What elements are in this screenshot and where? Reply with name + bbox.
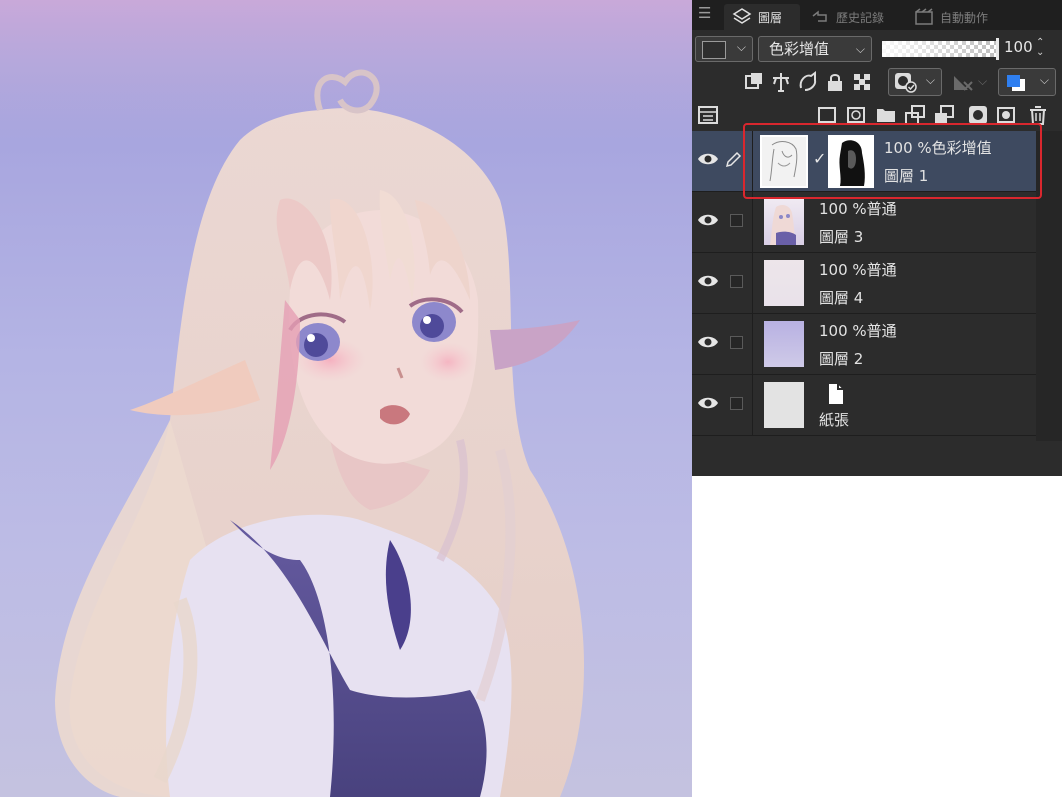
- layer-3-thumbnail-image: [770, 205, 796, 245]
- opacity-slider[interactable]: [882, 41, 998, 57]
- layer-color-dropdown[interactable]: ⌵: [695, 36, 753, 62]
- tab-history-label: 歷史記錄: [836, 10, 885, 25]
- clip-to-layer-below-icon[interactable]: [742, 70, 766, 94]
- layer-select-checkbox[interactable]: [730, 397, 743, 410]
- reference-layer-icon[interactable]: [769, 70, 793, 94]
- layer-row-2[interactable]: 100 %普通 圖層 2: [692, 314, 1036, 375]
- layer-blend-label: 100 %普通: [819, 322, 897, 340]
- lock-icon[interactable]: [823, 70, 847, 94]
- layer-name: 紙張: [819, 411, 850, 429]
- blend-opacity-row: ⌵ 色彩增值 ⌵ 100 ⌃ ⌄: [692, 36, 1062, 66]
- layer-color-mode-dropdown[interactable]: ⌵: [998, 68, 1056, 96]
- layer-blend-label: 100 %普通: [819, 261, 897, 279]
- row-divider: [752, 314, 753, 375]
- tab-layers-label: 圖層: [758, 10, 783, 25]
- blend-mode-dropdown[interactable]: 色彩增值 ⌵: [758, 36, 872, 62]
- row-divider: [752, 375, 753, 436]
- layer-thumbnail[interactable]: [764, 321, 804, 367]
- auto-action-icon: [915, 8, 933, 25]
- chevron-down-icon: ⌵: [1039, 73, 1049, 87]
- tab-layers[interactable]: 圖層: [724, 4, 800, 30]
- draft-layer-icon[interactable]: [796, 70, 820, 94]
- opacity-value[interactable]: 100: [1004, 38, 1033, 56]
- layer-select-checkbox[interactable]: [730, 275, 743, 288]
- layer-color-swatch: [702, 41, 726, 59]
- chevron-down-icon[interactable]: ⌵: [978, 74, 987, 89]
- layer-thumbnail[interactable]: [764, 382, 804, 428]
- layer-property-toolbar: ⌵ ⌵ ⌵: [692, 68, 1062, 98]
- opacity-stepper[interactable]: ⌃ ⌄: [1036, 38, 1044, 58]
- visibility-eye-icon[interactable]: [697, 273, 719, 289]
- artwork-illustration: [0, 0, 692, 797]
- layer-row-4[interactable]: 100 %普通 圖層 4: [692, 253, 1036, 314]
- drawing-canvas[interactable]: [0, 0, 692, 797]
- layer-select-checkbox[interactable]: [730, 214, 743, 227]
- layer-thumbnail[interactable]: [764, 260, 804, 306]
- layers-icon: [732, 8, 752, 24]
- visibility-eye-icon[interactable]: [697, 395, 719, 411]
- panel-tab-bar: ☰ 圖層 歷史記錄 自動動作: [692, 0, 1062, 30]
- editing-pencil-icon: [725, 151, 742, 168]
- paper-icon: [827, 382, 845, 406]
- opacity-slider-handle[interactable]: [996, 38, 999, 60]
- chevron-down-icon: ⌵: [736, 40, 746, 54]
- layer-color-icon: [1007, 75, 1025, 91]
- tab-history[interactable]: 歷史記錄: [802, 4, 902, 30]
- blend-mode-value: 色彩增值: [769, 40, 830, 58]
- layer-row-paper[interactable]: 紙張: [692, 375, 1036, 436]
- layer-blend-label: 100 %普通: [819, 200, 897, 218]
- selected-layer-highlight: [743, 123, 1042, 199]
- visibility-eye-icon[interactable]: [697, 334, 719, 350]
- tab-auto-action-label: 自動動作: [940, 10, 989, 25]
- layer-select-checkbox[interactable]: [730, 336, 743, 349]
- mask-check-icon: [895, 73, 917, 93]
- layer-name: 圖層 3: [819, 228, 864, 246]
- lock-transparent-pixels-icon[interactable]: [850, 70, 874, 94]
- chevron-down-icon: ⌵: [855, 42, 865, 56]
- tab-auto-action[interactable]: 自動動作: [906, 4, 1010, 30]
- layer-panel: ☰ 圖層 歷史記錄 自動動作 ⌵ 色彩增值 ⌵ 100 ⌃ ⌄ ⌵ ⌵ ⌵ ✓ …: [692, 0, 1062, 476]
- panel-list-icon[interactable]: [696, 103, 720, 127]
- visibility-eye-icon[interactable]: [697, 151, 719, 167]
- ruler-visibility-icon[interactable]: [950, 70, 974, 94]
- row-divider: [752, 253, 753, 314]
- panel-menu-icon[interactable]: ☰: [698, 6, 714, 22]
- layer-mask-dropdown[interactable]: ⌵: [888, 68, 942, 96]
- layer-thumbnail[interactable]: [764, 199, 804, 245]
- history-icon: [812, 10, 827, 22]
- layer-row-3[interactable]: 100 %普通 圖層 3: [692, 192, 1036, 253]
- row-divider: [752, 192, 753, 253]
- visibility-eye-icon[interactable]: [697, 212, 719, 228]
- chevron-down-icon: ⌵: [925, 73, 935, 87]
- layer-name: 圖層 2: [819, 350, 864, 368]
- layer-name: 圖層 4: [819, 289, 864, 307]
